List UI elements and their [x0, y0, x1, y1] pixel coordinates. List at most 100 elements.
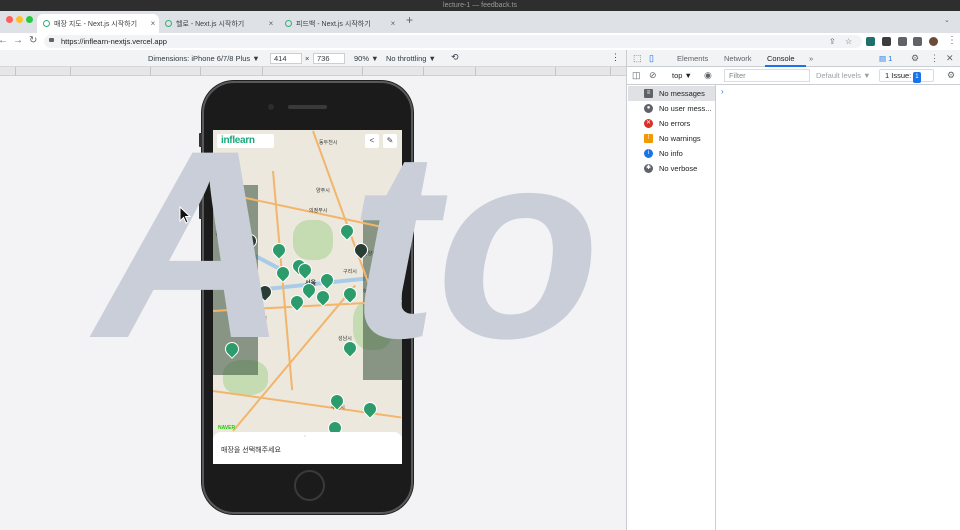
- filter-info[interactable]: i No info: [628, 146, 715, 161]
- category-label: No info: [659, 149, 683, 158]
- tab-search-chevron-icon[interactable]: ⌄: [944, 16, 950, 24]
- store-marker[interactable]: [337, 221, 357, 241]
- device-toolbar: Dimensions: iPhone 6/7/8 Plus ▼ 414 × 73…: [0, 50, 626, 67]
- devtools-more-icon[interactable]: ⋮: [930, 53, 939, 64]
- avatar[interactable]: [929, 37, 938, 46]
- map-label: 구리시: [343, 269, 357, 275]
- mouse-cursor-icon: [179, 206, 191, 224]
- share-icon[interactable]: <: [365, 134, 379, 148]
- console-filter-input[interactable]: Filter: [724, 69, 810, 82]
- inflearn-logo[interactable]: inflearn: [217, 134, 274, 148]
- close-window-button[interactable]: [6, 16, 13, 23]
- throttling-select[interactable]: No throttling ▼: [386, 54, 436, 63]
- tab-elements[interactable]: Elements: [677, 54, 708, 63]
- console-sidebar: ≡ No messages ● No user mess... ✕ No err…: [627, 85, 716, 530]
- share-page-icon[interactable]: ⇪: [829, 37, 836, 46]
- store-marker[interactable]: [255, 282, 275, 302]
- issues-count: 1: [913, 72, 921, 83]
- map-label: 김포시: [215, 231, 229, 237]
- live-expression-eye-icon[interactable]: ◉: [704, 70, 712, 81]
- console-toolbar: ◫ ⊘ top ▼ ◉ Filter Default levels ▼ 1 Is…: [627, 67, 960, 85]
- device-select[interactable]: Dimensions: iPhone 6/7/8 Plus ▼: [148, 54, 260, 63]
- browser-toolbar: ← → ↻ https://inflearn-nextjs.vercel.app…: [0, 33, 960, 50]
- tab-close-icon[interactable]: ×: [387, 19, 399, 28]
- filter-warnings[interactable]: ! No warnings: [628, 131, 715, 146]
- forward-icon[interactable]: →: [13, 35, 23, 46]
- extension-icon[interactable]: [866, 37, 875, 46]
- front-camera: [268, 104, 274, 110]
- warning-icon: !: [644, 134, 653, 143]
- sheet-placeholder-text: 매장을 선택해주세요: [221, 447, 281, 454]
- device-toggle-icon[interactable]: ▯: [649, 53, 654, 64]
- filter-verbose[interactable]: ✱ No verbose: [628, 161, 715, 176]
- tab-store-map[interactable]: 매장 지도 - Next.js 시작하기 ×: [37, 14, 159, 33]
- home-button: [294, 470, 325, 501]
- width-input[interactable]: 414: [270, 53, 302, 64]
- tab-console[interactable]: Console: [767, 54, 795, 63]
- tab-close-icon[interactable]: ×: [265, 19, 277, 28]
- log-levels-select[interactable]: Default levels ▼: [816, 71, 871, 80]
- tab-feedback[interactable]: 피드백 - Next.js 시작하기 ×: [279, 14, 399, 33]
- iphone-frame: inflearn < ✎ 동두천시 양주시 의정부시 남양주시 구리시 서울 하…: [199, 81, 417, 514]
- category-label: No warnings: [659, 134, 701, 143]
- tab-strip: 매장 지도 - Next.js 시작하기 × 헬로 - Next.js 시작하기…: [0, 11, 960, 33]
- filter-user-messages[interactable]: ● No user mess...: [628, 101, 715, 116]
- filter-errors[interactable]: ✕ No errors: [628, 116, 715, 131]
- map-label: 광명시: [253, 316, 267, 322]
- console-prompt[interactable]: ›: [721, 87, 724, 96]
- map-label: 양주시: [316, 188, 330, 194]
- info-icon: i: [644, 149, 653, 158]
- inspect-element-icon[interactable]: ⬚: [633, 53, 642, 64]
- category-label: No verbose: [659, 164, 698, 173]
- tab-network[interactable]: Network: [724, 54, 752, 63]
- sidebar-toggle-icon[interactable]: ◫: [632, 70, 641, 81]
- map-label: 고양시: [231, 251, 245, 257]
- sidebar-icon[interactable]: [913, 37, 922, 46]
- phone-power-button: [414, 167, 417, 197]
- minimize-window-button[interactable]: [16, 16, 23, 23]
- rotate-icon[interactable]: ⟲: [451, 52, 459, 63]
- lock-icon: [49, 38, 54, 42]
- zoom-select[interactable]: 90% ▼: [354, 54, 379, 63]
- map-screen[interactable]: inflearn < ✎ 동두천시 양주시 의정부시 남양주시 구리시 서울 하…: [213, 130, 402, 464]
- bookmark-star-icon[interactable]: ☆: [845, 37, 852, 46]
- list-icon: ≡: [644, 89, 653, 98]
- tab-close-icon[interactable]: ×: [147, 19, 159, 28]
- map-label: 의정부시: [309, 208, 328, 214]
- menu-kebab-icon[interactable]: ⋮: [947, 35, 957, 46]
- issues-button[interactable]: 1 Issue: 1: [879, 69, 934, 83]
- error-icon: ✕: [644, 119, 653, 128]
- context-select[interactable]: top ▼: [672, 71, 692, 80]
- back-icon[interactable]: ←: [0, 35, 8, 46]
- device-more-icon[interactable]: ⋮: [611, 52, 620, 63]
- store-marker[interactable]: [360, 399, 380, 419]
- more-tabs-button[interactable]: »: [809, 54, 813, 63]
- tab-label: 헬로 - Next.js 시작하기: [176, 20, 245, 28]
- filter-messages[interactable]: ≡ No messages: [628, 86, 715, 101]
- sheet-handle-icon[interactable]: ⌃: [303, 435, 307, 441]
- tab-favicon-icon: [43, 20, 50, 27]
- store-marker[interactable]: [317, 270, 337, 290]
- earpiece-speaker: [288, 105, 327, 109]
- clear-console-icon[interactable]: ⊘: [649, 70, 657, 81]
- zoom-window-button[interactable]: [26, 16, 33, 23]
- bottom-sheet[interactable]: ⌃ 매장을 선택해주세요: [213, 432, 402, 464]
- reload-icon[interactable]: ↻: [29, 35, 37, 46]
- issue-badge[interactable]: ▤ 1: [879, 54, 892, 63]
- url-text: https://inflearn-nextjs.vercel.app: [61, 37, 167, 46]
- category-label: No user mess...: [659, 104, 712, 113]
- feedback-icon[interactable]: ✎: [383, 134, 397, 148]
- store-marker[interactable]: [269, 240, 289, 260]
- new-tab-button[interactable]: +: [406, 13, 413, 27]
- close-devtools-icon[interactable]: ✕: [946, 53, 954, 64]
- media-query-ruler[interactable]: [0, 67, 626, 76]
- tab-hello[interactable]: 헬로 - Next.js 시작하기 ×: [159, 14, 277, 33]
- puzzle-icon[interactable]: [898, 37, 907, 46]
- window-title: lecture-1 — feedback.ts: [0, 0, 960, 11]
- settings-gear-icon[interactable]: ⚙: [911, 53, 919, 64]
- extension-icon[interactable]: [882, 37, 891, 46]
- devtools-tabbar: ⬚ ▯ Elements Network Console » ▤ 1 ⚙ ⋮ ✕: [627, 50, 960, 67]
- console-settings-icon[interactable]: ⚙: [947, 70, 955, 81]
- height-input[interactable]: 736: [313, 53, 345, 64]
- address-bar[interactable]: https://inflearn-nextjs.vercel.app ⇪ ☆: [44, 35, 862, 48]
